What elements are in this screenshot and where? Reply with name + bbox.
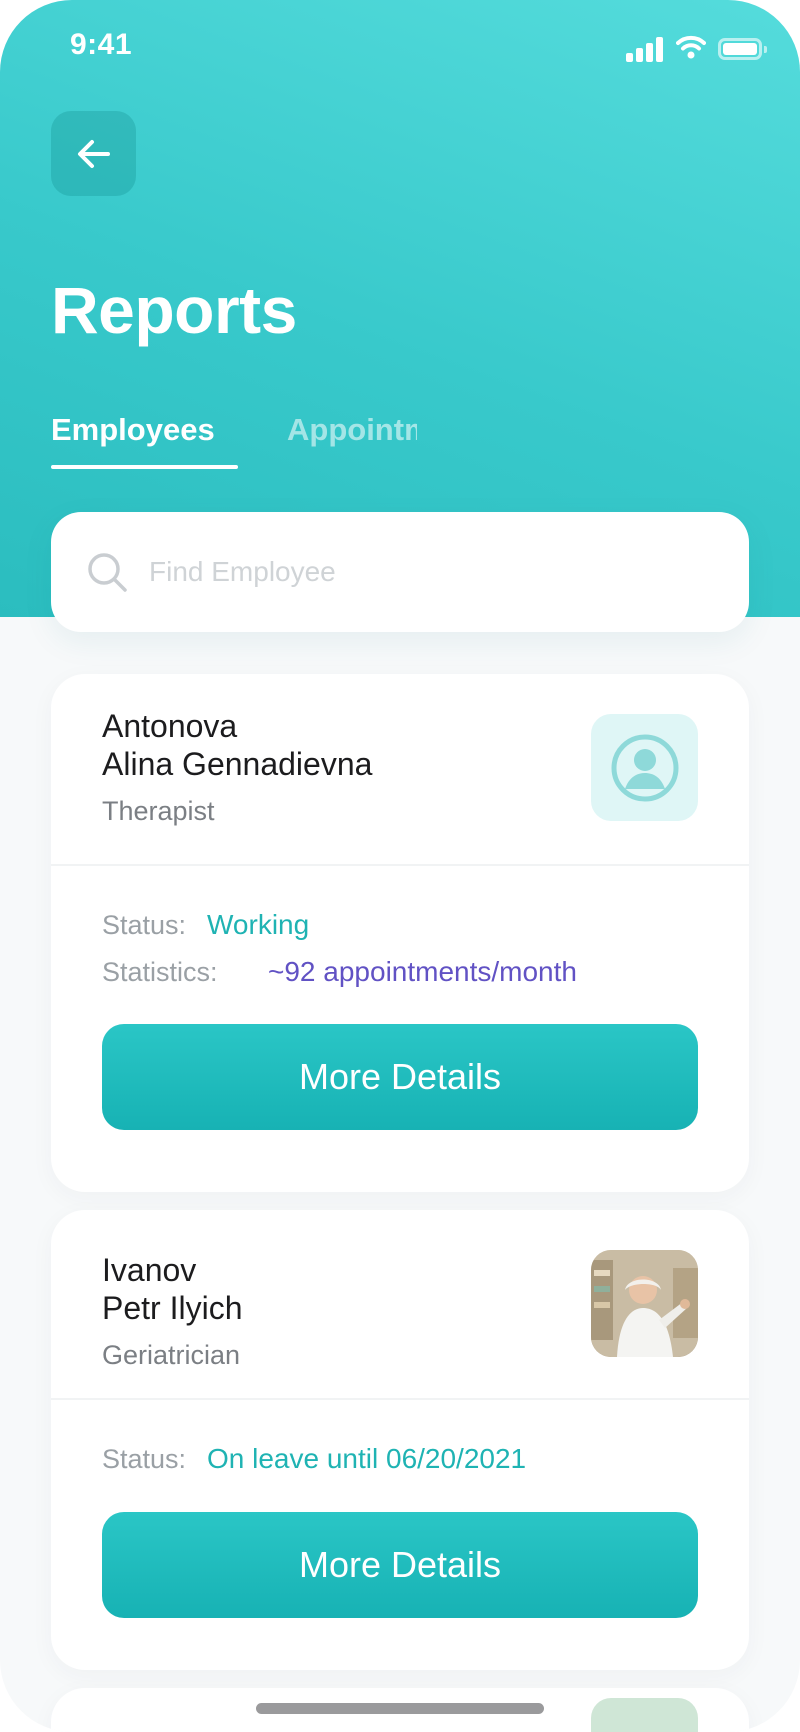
employee-last-name: Antonova [102,708,238,744]
search-bar[interactable] [51,512,749,632]
employee-card: Ivanov Petr Ilyich Geriatrician Status: … [51,1210,749,1670]
more-details-button[interactable]: More Details [102,1024,698,1130]
avatar[interactable] [591,714,698,821]
tab-employees[interactable]: Employees [51,412,215,448]
employee-photo[interactable] [591,1250,698,1357]
cellular-signal-icon [626,36,664,62]
tab-appointments[interactable]: Appointments [287,412,417,448]
user-placeholder-icon [611,734,678,801]
status-value: Working [207,909,310,940]
employee-last-name: Ivanov [102,1252,197,1288]
employee-card: Antonova Alina Gennadievna Therapist Sta… [51,674,749,1192]
more-details-button[interactable]: More Details [102,1512,698,1618]
search-input[interactable] [149,548,709,596]
back-button[interactable] [51,111,136,196]
status-time: 9:41 [70,28,133,61]
status-label: Status: [102,1444,187,1474]
employee-role: Geriatrician [102,1340,241,1370]
wifi-icon [676,35,706,59]
battery-icon [718,38,767,60]
employee-photo[interactable] [591,1698,698,1732]
app-screen: 9:41 Reports Employees Appointments [0,0,800,1732]
employee-first-names: Alina Gennadievna [102,746,373,782]
home-indicator [256,1703,544,1714]
employee-role: Therapist [102,796,215,826]
doctor-portrait-icon [591,1250,698,1357]
page-title: Reports [51,273,297,347]
card-divider [51,864,749,866]
status-label: Status: [102,910,187,940]
status-bar: 9:41 [0,0,800,96]
arrow-left-icon [77,139,110,168]
card-divider [51,1398,749,1400]
employee-first-names: Petr Ilyich [102,1290,243,1326]
statistics-value: ~92 appointments/month [268,956,577,987]
search-icon [88,553,127,592]
active-tab-indicator [51,465,238,469]
statistics-label: Statistics: [102,957,218,987]
status-value: On leave until 06/20/2021 [207,1443,527,1474]
